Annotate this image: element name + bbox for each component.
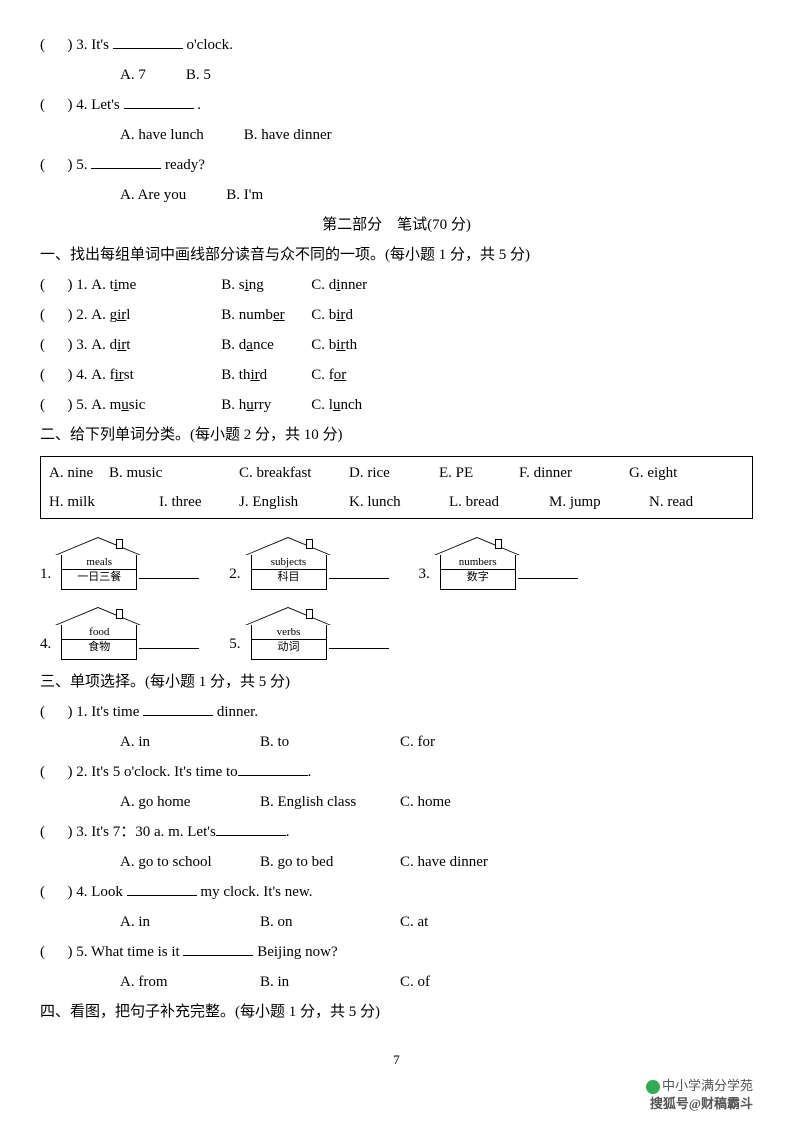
watermark: 中小学满分学苑 搜狐号@财稿霸斗 [646,1077,753,1113]
house-label-cn: 数字 [441,569,515,585]
house-label-cn: 一日三餐 [62,569,136,585]
house-number: 5. [229,629,240,659]
mc-question: ( ) 5. What time is it Beijing now? [40,937,753,967]
listening-question: ( ) 5. ready? [40,150,753,180]
house-number: 3. [419,559,430,589]
house-label-en: numbers [441,555,515,569]
house-number: 1. [40,559,51,589]
part2-title: 第二部分 笔试(70 分) [40,210,753,240]
word-box-row: H. milkI. threeJ. EnglishK. lunchL. brea… [49,488,744,517]
phonics-row: ( ) 3. A. dirtB. danceC. birth [40,330,753,360]
phonics-row: ( ) 2. A. girlB. numberC. bird [40,300,753,330]
answer-line [329,647,389,649]
category-house: 3. numbers数字 [419,537,578,589]
category-house: 2. subjects科目 [229,537,388,589]
mc-question: ( ) 3. It's 7：30 a. m. Let's. [40,817,753,847]
house-label-en: subjects [252,555,326,569]
page-number: 7 [40,1047,753,1073]
sec4-title: 四、看图，把句子补充完整。(每小题 1 分，共 5 分) [40,997,753,1027]
category-house: 4. food食物 [40,607,199,659]
sec1-title: 一、找出每组单词中画线部分读音与众不同的一项。(每小题 1 分，共 5 分) [40,240,753,270]
house-number: 4. [40,629,51,659]
answer-line [139,647,199,649]
mc-options: A. go to schoolB. go to bedC. have dinne… [120,847,753,877]
mc-question: ( ) 2. It's 5 o'clock. It's time to. [40,757,753,787]
wechat-icon [646,1080,660,1094]
mc-options: A. fromB. inC. of [120,967,753,997]
phonics-row: ( ) 4. A. firstB. thirdC. for [40,360,753,390]
answer-line [139,577,199,579]
listening-options: A. have lunchB. have dinner [120,120,753,150]
mc-options: A. inB. toC. for [120,727,753,757]
mc-question: ( ) 1. It's time dinner. [40,697,753,727]
house-label-en: verbs [252,625,326,639]
answer-line [518,577,578,579]
mc-question: ( ) 4. Look my clock. It's new. [40,877,753,907]
house-label-cn: 科目 [252,569,326,585]
mc-options: A. go homeB. English classC. home [120,787,753,817]
house-label-en: meals [62,555,136,569]
listening-question: ( ) 3. It's o'clock. [40,30,753,60]
sec2-title: 二、给下列单词分类。(每小题 2 分，共 10 分) [40,420,753,450]
mc-options: A. inB. onC. at [120,907,753,937]
answer-line [329,577,389,579]
house-label-cn: 食物 [62,639,136,655]
house-label-cn: 动词 [252,639,326,655]
word-box-row: A. nineB. musicC. breakfastD. riceE. PEF… [49,459,744,488]
category-house: 5. verbs动词 [229,607,388,659]
listening-options: A. 7B. 5 [120,60,753,90]
house-label-en: food [62,625,136,639]
phonics-row: ( ) 1. A. timeB. singC. dinner [40,270,753,300]
sec3-title: 三、单项选择。(每小题 1 分，共 5 分) [40,667,753,697]
category-house: 1. meals一日三餐 [40,537,199,589]
listening-options: A. Are youB. I'm [120,180,753,210]
house-number: 2. [229,559,240,589]
listening-question: ( ) 4. Let's . [40,90,753,120]
phonics-row: ( ) 5. A. musicB. hurryC. lunch [40,390,753,420]
word-box: A. nineB. musicC. breakfastD. riceE. PEF… [40,456,753,519]
